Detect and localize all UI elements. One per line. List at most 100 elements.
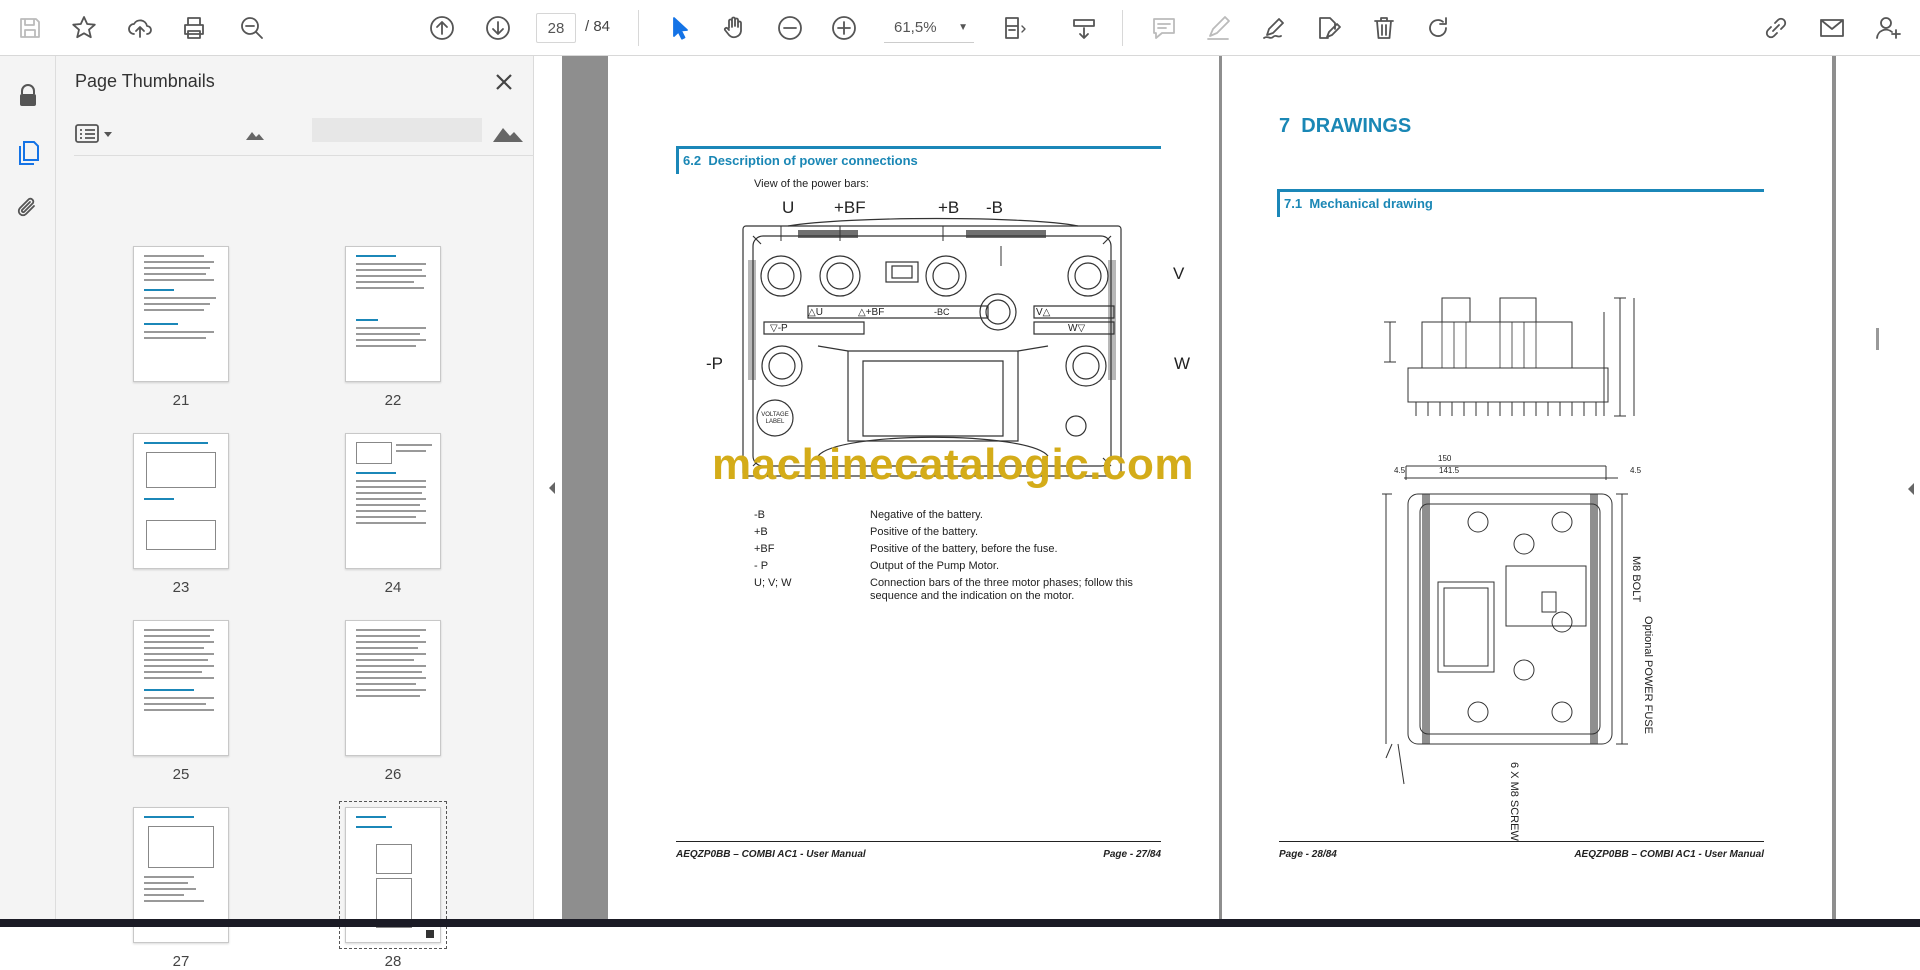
document-page-28: 7 DRAWINGS 7.1 Mechanical drawing 150 14… — [1222, 56, 1832, 919]
device-label-u: △U — [808, 307, 823, 318]
m8-bolt-label: M8 BOLT — [1630, 556, 1642, 603]
screw-label: 6 X M8 SCREW — [1508, 762, 1520, 841]
watermark-text: machinecatalogic.com — [712, 440, 1194, 489]
thumbnail-page-23[interactable] — [133, 433, 229, 569]
thumbnail-label: 22 — [384, 392, 402, 409]
close-icon[interactable] — [490, 68, 518, 96]
scrollbar-thumb[interactable] — [1876, 328, 1879, 350]
edit-pdf-icon[interactable] — [1310, 10, 1346, 46]
legend-value: Positive of the battery. — [870, 526, 979, 538]
callout-w: W — [1174, 354, 1191, 373]
legend-value: Connection bars of the three motor phase… — [870, 577, 1133, 602]
section-title: Mechanical drawing — [1309, 196, 1433, 211]
thumbnail-label: 26 — [384, 766, 402, 783]
document-viewer[interactable]: 6.2 Description of power connections Vie… — [562, 56, 1920, 919]
page-thumbnails-panel: Page Thumbnails 21 22 23 24 25 26 27 28 — [56, 56, 576, 970]
collapse-panel-arrow-icon[interactable] — [546, 480, 558, 496]
lock-icon[interactable] — [10, 78, 46, 114]
zoom-search-icon[interactable] — [234, 10, 270, 46]
legend-value: Output of the Pump Motor. — [870, 560, 1000, 572]
select-cursor-icon[interactable] — [662, 10, 698, 46]
legend-key: - P — [754, 560, 769, 572]
section-heading: 7.1 Mechanical drawing — [1277, 189, 1764, 217]
intro-text: View of the power bars: — [754, 178, 869, 190]
optional-power-fuse-label: Optional POWER FUSE — [1642, 616, 1654, 734]
save-icon[interactable] — [12, 10, 48, 46]
next-page-icon[interactable] — [480, 10, 516, 46]
attachment-paperclip-icon[interactable] — [10, 190, 46, 226]
page-fit-icon[interactable] — [996, 10, 1032, 46]
thumbnail-page-24[interactable] — [345, 433, 441, 569]
section-number: 6.2 — [683, 153, 702, 168]
thumbnail-label: 25 — [172, 766, 190, 783]
thumbnail-options-icon[interactable] — [74, 120, 118, 148]
expand-right-panel-arrow-icon[interactable] — [1905, 481, 1917, 497]
chapter-number: 7 — [1279, 115, 1291, 137]
print-icon[interactable] — [176, 10, 212, 46]
taskbar-strip — [0, 919, 1920, 927]
left-navigation-rail — [0, 56, 56, 919]
section-title: Description of power connections — [708, 153, 918, 168]
device-label-va: V△ — [1036, 307, 1051, 318]
callout-b-minus: -B — [986, 198, 1003, 217]
page-thumbnails-icon[interactable] — [10, 134, 46, 170]
upload-cloud-icon[interactable] — [122, 10, 158, 46]
email-icon[interactable] — [1814, 10, 1850, 46]
thumbnail-page-21[interactable] — [133, 246, 229, 382]
draw-sign-icon[interactable] — [1256, 10, 1292, 46]
callout-v: V — [1173, 264, 1185, 283]
add-user-icon[interactable] — [1870, 10, 1906, 46]
section-heading: 6.2 Description of power connections — [676, 146, 1161, 174]
thumbnail-list: 21 22 23 24 25 26 27 28 — [56, 168, 534, 970]
page-footer: AEQZP0BB – COMBI AC1 - User Manual Page … — [676, 841, 1161, 860]
scroll-mode-icon[interactable] — [1066, 10, 1102, 46]
footer-left: Page - 28/84 — [1279, 849, 1337, 860]
hand-tool-icon[interactable] — [716, 10, 752, 46]
thumbnail-label: 21 — [172, 392, 190, 409]
legend-key: U; V; W — [754, 577, 792, 589]
page-number-value: 28 — [547, 19, 565, 37]
device-label-wv: W▽ — [1068, 323, 1086, 334]
device-label-vp: ▽-P — [770, 323, 788, 334]
legend-key: +B — [754, 526, 768, 538]
page-number-input[interactable]: 28 — [536, 13, 576, 43]
zoom-out-icon[interactable] — [772, 10, 808, 46]
highlight-pen-icon[interactable] — [1200, 10, 1236, 46]
comment-icon[interactable] — [1146, 10, 1182, 46]
thumbnail-page-22[interactable] — [345, 246, 441, 382]
thumbnail-page-26[interactable] — [345, 620, 441, 756]
footer-left: AEQZP0BB – COMBI AC1 - User Manual — [676, 849, 866, 860]
device-label-bf: △+BF — [858, 307, 885, 318]
footer-right: Page - 27/84 — [1103, 849, 1161, 860]
main-toolbar: 28 / 84 61,5% ▼ — [0, 0, 1920, 56]
delete-trash-icon[interactable] — [1366, 10, 1402, 46]
toolbar-divider — [638, 10, 639, 46]
toolbar-divider — [1122, 10, 1123, 46]
panel-title: Page Thumbnails — [75, 71, 215, 91]
chapter-title: DRAWINGS — [1301, 115, 1412, 137]
zoom-select[interactable]: 61,5% ▼ — [884, 13, 974, 43]
thumbnail-page-25[interactable] — [133, 620, 229, 756]
chapter-heading: 7 DRAWINGS — [1279, 115, 1411, 138]
legend-key: -B — [754, 509, 765, 521]
callout-bf: +BF — [834, 198, 866, 217]
previous-page-icon[interactable] — [424, 10, 460, 46]
section-number: 7.1 — [1284, 196, 1303, 211]
bookmark-star-icon[interactable] — [66, 10, 102, 46]
dimension-4-5-left: 4.5 — [1394, 466, 1406, 475]
device-label-bc: -BC — [934, 307, 950, 317]
dimension-150: 150 — [1438, 454, 1452, 463]
zoom-value: 61,5% — [894, 19, 937, 36]
thumbnail-smaller-icon[interactable] — [244, 124, 266, 144]
thumbnail-larger-icon[interactable] — [492, 118, 524, 146]
chevron-down-icon: ▼ — [958, 22, 968, 33]
dimension-4-5-right: 4.5 — [1630, 466, 1642, 475]
thumbnail-size-slider[interactable] — [312, 118, 482, 142]
rotate-icon[interactable] — [1420, 10, 1456, 46]
callout-u: U — [782, 198, 795, 217]
legend-value: Negative of the battery. — [870, 509, 983, 521]
share-link-icon[interactable] — [1758, 10, 1794, 46]
voltage-label-text: VOLTAGE LABEL — [761, 412, 789, 425]
zoom-in-icon[interactable] — [826, 10, 862, 46]
thumbnail-label: 23 — [172, 579, 190, 596]
